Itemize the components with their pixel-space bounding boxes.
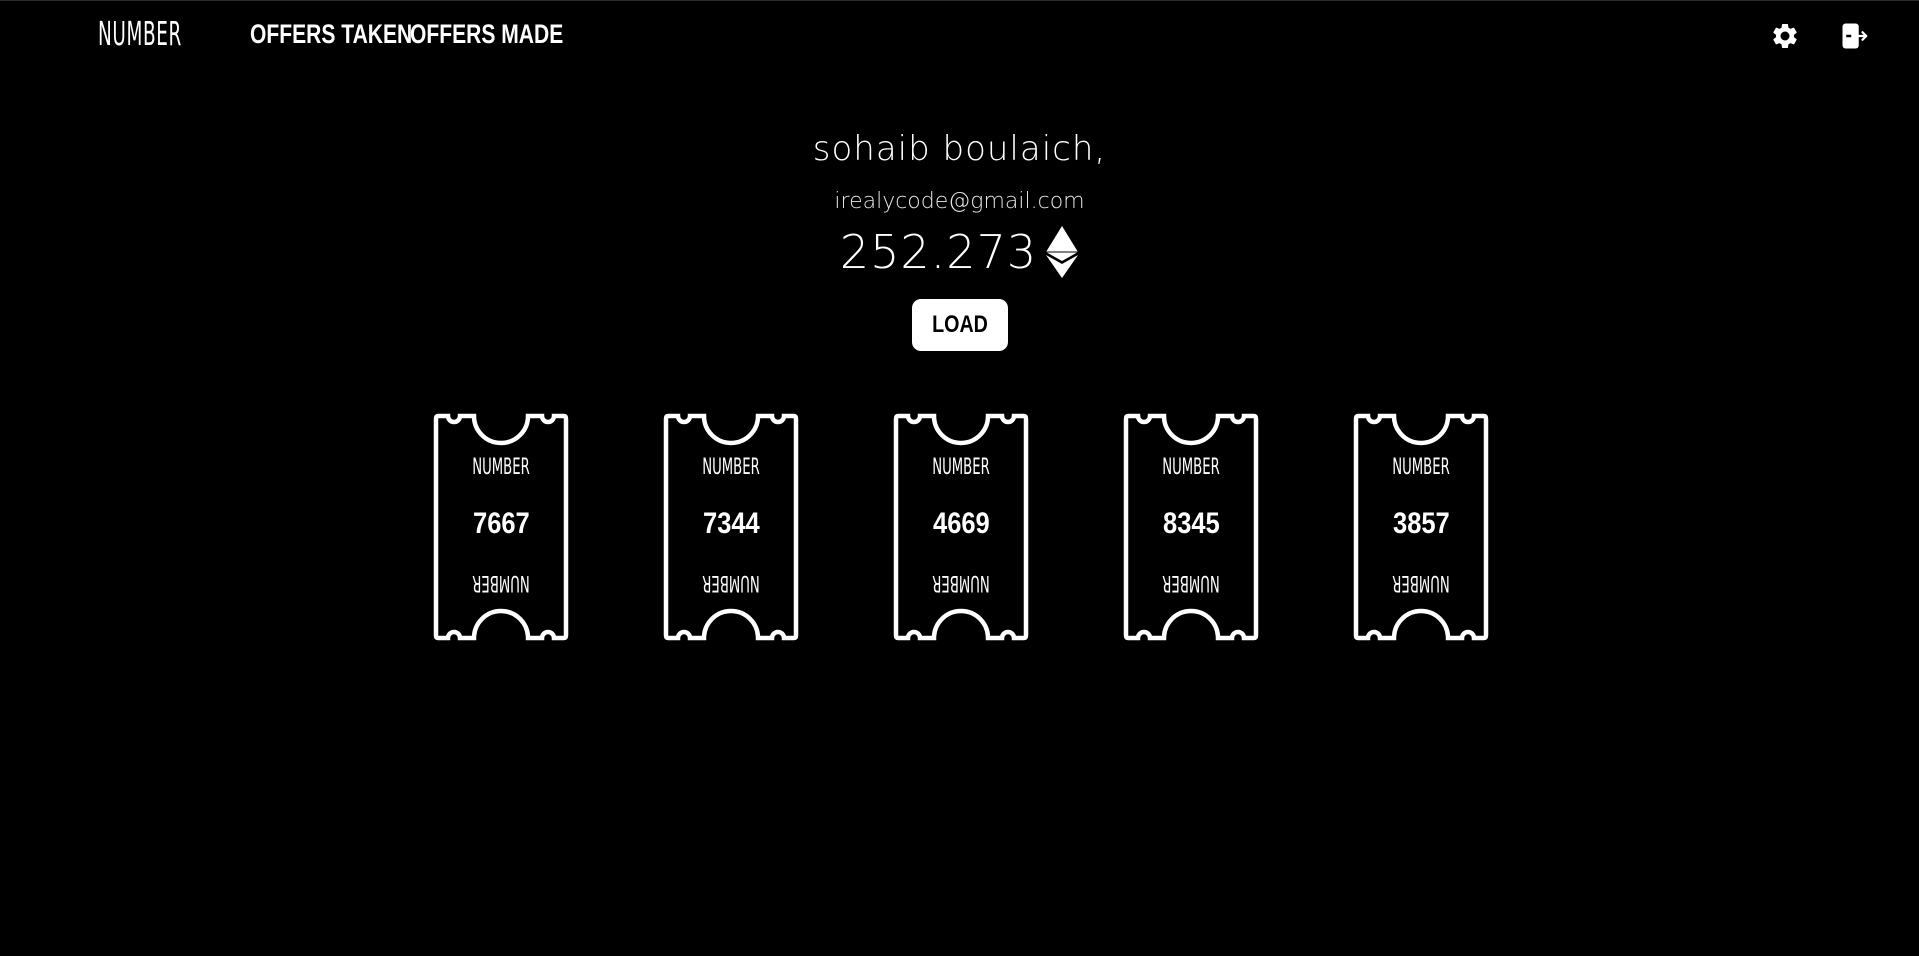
- ticket-brand-top: NUMBER: [702, 455, 760, 480]
- ticket-number: 3857: [1392, 507, 1450, 540]
- ticket-number: 8345: [1162, 507, 1220, 540]
- ticket-brand-bottom: NUMBER: [472, 570, 530, 595]
- nav-offers-made[interactable]: OFFERS MADE: [410, 21, 563, 48]
- user-name: sohaib boulaich,: [812, 129, 1107, 169]
- ticket-brand-top: NUMBER: [932, 455, 990, 480]
- logout-icon[interactable]: [1840, 21, 1870, 51]
- balance: 252.273: [0, 225, 1919, 279]
- ticket-list: NUMBER 7667 NUMBER NUMBER 7344 NUMBER NU…: [0, 411, 1919, 643]
- ticket-brand-bottom: NUMBER: [1392, 570, 1450, 595]
- ticket-card[interactable]: NUMBER 7667 NUMBER: [432, 411, 570, 643]
- logo[interactable]: NUMBER: [98, 17, 182, 50]
- nav-offers-taken[interactable]: OFFERS TAKEN: [250, 21, 412, 48]
- ticket-brand-top: NUMBER: [1162, 455, 1220, 480]
- ticket-number: 4669: [932, 507, 990, 540]
- ticket-card[interactable]: NUMBER 4669 NUMBER: [892, 411, 1030, 643]
- ticket-brand-top: NUMBER: [1392, 455, 1450, 480]
- ticket-brand-bottom: NUMBER: [932, 570, 990, 595]
- navbar: NUMBER OFFERS TAKEN OFFERS MADE: [0, 1, 1919, 71]
- load-button-label: LOAD: [932, 311, 988, 338]
- gear-icon[interactable]: [1770, 21, 1800, 51]
- ticket-card[interactable]: NUMBER 3857 NUMBER: [1352, 411, 1490, 643]
- ticket-card[interactable]: NUMBER 8345 NUMBER: [1122, 411, 1260, 643]
- user-email: irealycode@gmail.com: [834, 189, 1085, 214]
- ethereum-icon: [1046, 226, 1079, 278]
- ticket-brand-bottom: NUMBER: [702, 570, 760, 595]
- ticket-number: 7344: [702, 507, 760, 540]
- ticket-brand-bottom: NUMBER: [1162, 570, 1220, 595]
- ticket-card[interactable]: NUMBER 7344 NUMBER: [662, 411, 800, 643]
- load-button[interactable]: LOAD: [912, 299, 1008, 351]
- balance-value: 252.273: [839, 225, 1038, 279]
- ticket-brand-top: NUMBER: [472, 455, 530, 480]
- ticket-number: 7667: [472, 507, 530, 540]
